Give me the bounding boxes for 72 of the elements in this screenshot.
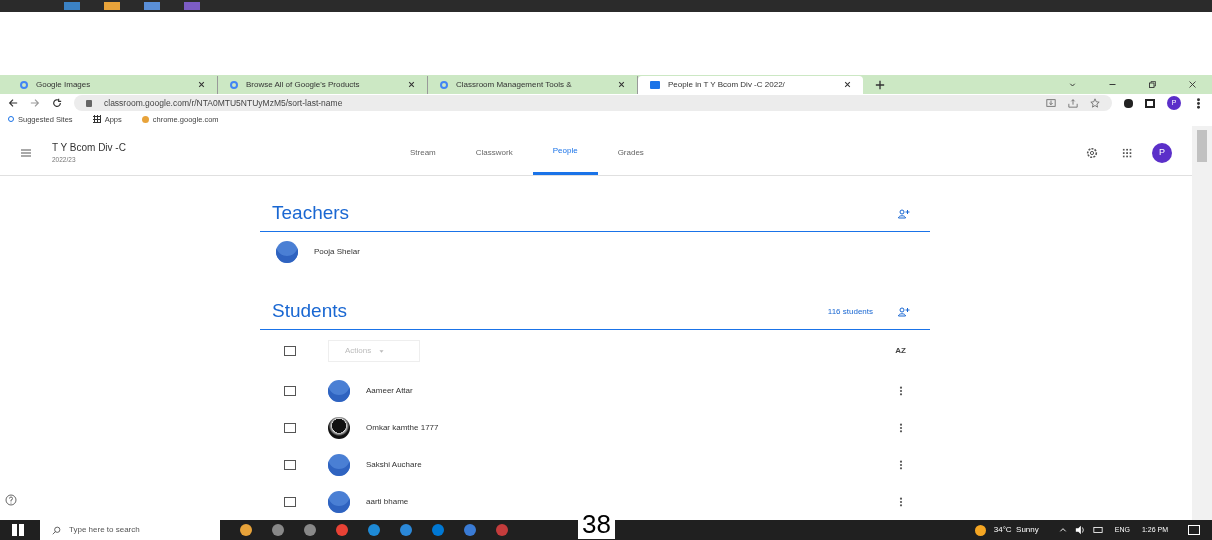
network-icon[interactable] [1092, 525, 1103, 535]
checkbox[interactable] [284, 346, 296, 356]
google-icon [230, 80, 238, 89]
scrollbar[interactable] [1192, 126, 1212, 520]
student-name: Omkar kamthe 1777 [366, 421, 440, 434]
class-name: T Y Bcom Div -C [52, 141, 127, 156]
settings-icon[interactable] [1086, 146, 1098, 159]
weather-icon [974, 524, 986, 536]
nav-tab[interactable]: Stream [390, 130, 456, 175]
student-name: Sakshi Auchare [366, 458, 423, 471]
google-icon [20, 80, 28, 89]
nav-tab[interactable]: People [532, 130, 598, 175]
avatar-icon [328, 453, 350, 476]
reload-icon[interactable] [52, 98, 62, 109]
chevron-up-icon[interactable] [1058, 526, 1067, 534]
close-icon[interactable] [844, 81, 851, 89]
help-icon[interactable] [5, 494, 17, 506]
checkbox[interactable] [284, 385, 296, 396]
windows-icon[interactable] [12, 524, 24, 536]
search-icon [52, 525, 61, 535]
lock-icon [86, 99, 92, 107]
plus-icon[interactable] [875, 79, 885, 90]
checkbox[interactable] [284, 422, 296, 433]
avatar-icon [276, 241, 298, 263]
taskbar-icon[interactable] [496, 524, 508, 536]
nav-tab[interactable]: Classwork [455, 130, 533, 175]
browser-tab[interactable]: Google Images [8, 75, 218, 94]
taskbar-icon[interactable] [432, 524, 444, 536]
nav-tab[interactable]: Grades [597, 130, 664, 175]
caret-icon [379, 348, 385, 354]
speaker-icon[interactable] [1074, 525, 1085, 535]
teacher-name: Pooja Shelar [314, 246, 360, 258]
avatar-icon [328, 379, 350, 402]
side-panel-icon[interactable] [1145, 98, 1155, 108]
browser-tab[interactable]: Browse All of Google's Products [218, 75, 428, 94]
taskbar-icon[interactable] [240, 524, 252, 536]
google-icon [440, 80, 448, 89]
section-heading: Students [272, 299, 348, 324]
taskbar-icon[interactable] [368, 524, 380, 536]
student-count: 116 students [827, 305, 873, 318]
notification-icon[interactable] [1188, 525, 1200, 535]
add-person-icon[interactable] [897, 305, 910, 318]
taskbar-icon[interactable] [272, 524, 284, 536]
apps-icon [92, 115, 101, 124]
site-icon [141, 115, 149, 123]
taskbar-icon[interactable] [464, 524, 476, 536]
weather-text: 34°C Sunny [993, 524, 1039, 536]
taskbar-icon[interactable] [304, 524, 316, 536]
add-person-icon[interactable] [897, 207, 910, 220]
avatar-icon [328, 490, 350, 513]
close-icon[interactable] [618, 81, 625, 89]
restore-icon[interactable] [1147, 80, 1157, 90]
classroom-icon [650, 80, 660, 89]
checkbox[interactable] [284, 459, 296, 470]
taskbar-icon[interactable] [400, 524, 412, 536]
star-icon[interactable] [1090, 98, 1100, 109]
address-bar[interactable]: classroom.google.com/r/NTA0MTU5NTUyMzM5/sort-last-name [74, 95, 1112, 112]
close-icon[interactable] [1187, 80, 1197, 90]
apps-icon[interactable] [1122, 147, 1132, 158]
profile-avatar[interactable]: P [1152, 142, 1172, 163]
close-icon[interactable] [198, 81, 205, 89]
back-icon[interactable] [8, 98, 18, 109]
close-icon[interactable] [408, 81, 415, 89]
install-icon[interactable] [1046, 98, 1056, 109]
search-field[interactable]: Type here to search [40, 520, 220, 540]
section-heading: Teachers [272, 201, 351, 226]
sort-button[interactable]: AZ [895, 345, 906, 357]
taskbar-icon[interactable] [336, 524, 348, 536]
student-name: Aameer Attar [366, 384, 414, 397]
student-name: aarti bhame [366, 495, 410, 508]
checkbox[interactable] [284, 496, 296, 507]
browser-tab[interactable]: People in T Y Bcom Div -C 2022/ [638, 75, 863, 94]
